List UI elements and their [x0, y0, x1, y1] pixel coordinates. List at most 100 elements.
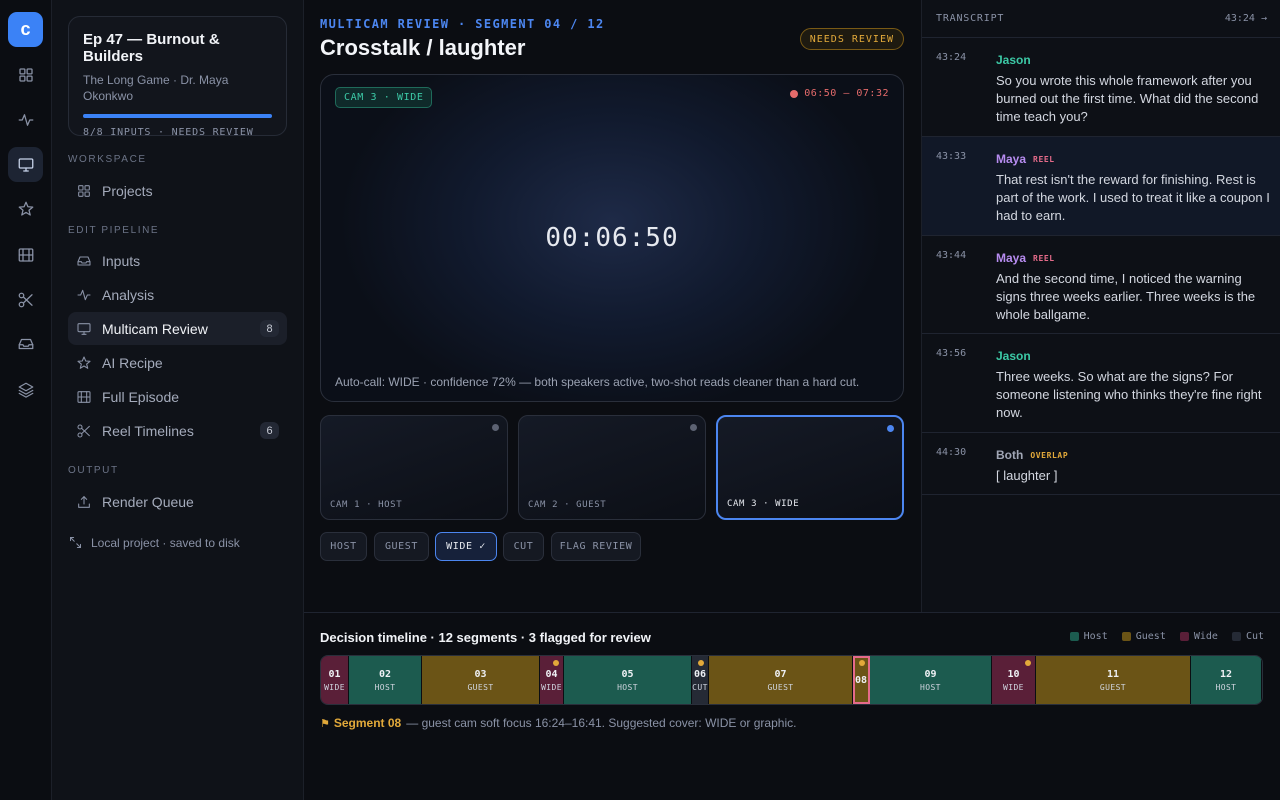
nav-multicam-review[interactable]: Multicam Review 8	[68, 312, 287, 345]
reel-tag: REEL	[1033, 154, 1055, 164]
flag-dot-icon	[1024, 660, 1031, 666]
speaker-name: Both	[996, 448, 1024, 462]
entry-timestamp: 43:56	[936, 348, 967, 359]
star-icon[interactable]	[8, 191, 43, 226]
entry-text: So you wrote this whole framework after …	[996, 73, 1259, 124]
segment-kicker: MULTICAM REVIEW · SEGMENT 04 / 12	[320, 17, 605, 31]
timeline-segment-04[interactable]: 04 WIDE	[540, 656, 564, 704]
entry-timestamp: 43:24	[936, 52, 967, 63]
episode-meta: 8/8 INPUTS · NEEDS REVIEW	[83, 127, 254, 138]
cam-thumb-label: CAM 1 · HOST	[330, 500, 403, 510]
cut-button[interactable]: CUT	[503, 532, 544, 561]
section-output: OUTPUT	[68, 465, 119, 476]
legend-swatch	[1231, 632, 1241, 641]
legend-label: Host	[1083, 631, 1108, 642]
overlap-tag: OVERLAP	[1030, 450, 1069, 460]
segment-camera: WIDE	[324, 682, 345, 692]
entry-text: [ laughter ]	[996, 468, 1058, 483]
transcript-entry[interactable]: 43:44 Maya REEL And the second time, I no…	[922, 236, 1280, 334]
legend-host: Host	[1069, 631, 1108, 642]
timeline-segment-02[interactable]: 02 HOST	[349, 656, 422, 704]
nav-ai-recipe[interactable]: AI Recipe	[68, 346, 287, 379]
upload-icon	[78, 495, 90, 508]
episode-title: Ep 47 — Burnout & Builders	[83, 31, 220, 65]
timeline-segment-06[interactable]: 06 CUT	[692, 656, 709, 704]
transcript-jump-time[interactable]: 43:24 →	[1225, 13, 1267, 24]
timeline-segment-07[interactable]: 07 GUEST	[708, 656, 853, 704]
dashboard-icon[interactable]	[8, 57, 43, 92]
transcript-entry[interactable]: 43:24 Jason So you wrote this whole fram…	[922, 38, 1280, 137]
timeline-segment-10[interactable]: 10 WIDE	[991, 656, 1036, 704]
entry-timestamp: 44:30	[936, 447, 967, 458]
cam-thumb-label: CAM 3 · WIDE	[727, 499, 800, 509]
video-viewer[interactable]: CAM 3 · WIDE 06:50 – 07:32 00:06:50 Auto…	[320, 74, 904, 402]
entry-timestamp: 43:44	[936, 250, 967, 261]
segment-range: 06:50 – 07:32	[790, 88, 889, 99]
host-button[interactable]: HOST	[320, 532, 367, 561]
inbox-icon	[77, 255, 91, 266]
cam-thumb-3[interactable]: CAM 3 · WIDE	[716, 415, 904, 520]
inbox-icon[interactable]	[8, 326, 43, 361]
timeline-segment-12[interactable]: 12 HOST	[1190, 656, 1262, 704]
scissors-icon[interactable]	[8, 282, 43, 317]
segment-number: 03	[474, 668, 487, 680]
entry-timestamp: 43:33	[936, 151, 967, 162]
segment-number: 10	[1007, 668, 1020, 680]
episode-subtitle: The Long Game · Dr. Maya Okonkwo	[83, 73, 229, 103]
record-dot-icon	[790, 89, 799, 98]
nav-reel-timelines[interactable]: Reel Timelines 6	[68, 414, 287, 447]
segment-camera: WIDE	[1003, 682, 1024, 692]
timeline-segment-01[interactable]: 01 WIDE	[321, 656, 349, 704]
transcript-entry[interactable]: 44:30 Both OVERLAP [ laughter ]	[922, 433, 1280, 495]
cam-thumb-1[interactable]: CAM 1 · HOST	[320, 415, 508, 520]
legend-label: Guest	[1135, 631, 1166, 642]
film-icon[interactable]	[8, 237, 43, 272]
wide-button[interactable]: WIDE ✓	[435, 532, 497, 561]
speaker-name: Jason	[996, 349, 1031, 363]
segment-range-text: 06:50 – 07:32	[804, 88, 889, 99]
nav-analysis[interactable]: Analysis	[68, 278, 287, 311]
transcript-entry[interactable]: 43:56 Jason Three weeks. So what are the…	[922, 334, 1280, 433]
monitor-icon[interactable]	[8, 147, 43, 182]
flag-dot-icon	[858, 660, 865, 666]
nav-multicam-label: Multicam Review	[102, 320, 208, 337]
local-status-text: Local project · saved to disk	[91, 535, 240, 550]
timeline-segment-09[interactable]: 09 HOST	[869, 656, 992, 704]
layers-icon[interactable]	[8, 372, 43, 407]
nav-projects[interactable]: Projects	[68, 174, 287, 207]
guest-button[interactable]: GUEST	[374, 532, 429, 561]
nav-full-episode[interactable]: Full Episode	[68, 380, 287, 413]
pulse-icon[interactable]	[8, 102, 43, 137]
legend-label: Cut	[1245, 631, 1264, 642]
star-icon	[77, 355, 91, 369]
nav-render-queue[interactable]: Render Queue	[68, 485, 287, 518]
entry-speaker: Maya REEL	[996, 251, 1055, 265]
app-logo[interactable]: c	[8, 12, 43, 47]
entry-speaker: Both OVERLAP	[996, 448, 1068, 462]
transcript-label: TRANSCRIPT	[936, 13, 1005, 24]
timeline-segment-11[interactable]: 11 GUEST	[1035, 656, 1191, 704]
cam-thumb-2[interactable]: CAM 2 · GUEST	[518, 415, 706, 520]
timeline-segment-03[interactable]: 03 GUEST	[422, 656, 540, 704]
episode-card[interactable]: Ep 47 — Burnout & Builders The Long Game…	[68, 16, 287, 138]
timeline-segment-08[interactable]: 08	[852, 656, 870, 704]
speaker-name: Jason	[996, 53, 1031, 67]
episode-progress-fill	[83, 114, 272, 118]
flag-note-segment[interactable]: Segment 08	[334, 716, 401, 730]
flag-review-button[interactable]: FLAG REVIEW	[551, 532, 641, 561]
cam-status-dot	[690, 424, 697, 431]
entry-speaker: Jason	[996, 53, 1031, 67]
transcript-entry[interactable]: 43:33 Maya REEL That rest isn't the rewar…	[922, 137, 1280, 236]
segment-camera: WIDE	[541, 682, 562, 692]
nav-inputs[interactable]: Inputs	[68, 244, 287, 277]
legend-swatch	[1121, 632, 1131, 641]
segment-camera: GUEST	[467, 682, 494, 692]
timeline-segment-05[interactable]: 05 HOST	[564, 656, 692, 704]
segment-camera: CUT	[692, 682, 708, 692]
nav-render-label: Render Queue	[102, 493, 194, 510]
flag-dot-icon	[697, 660, 704, 666]
icon-rail: c	[0, 0, 52, 800]
active-cam-tag: CAM 3 · WIDE	[335, 87, 433, 108]
timeline-track: 01 WIDE 02 HOST 03 GUEST 04 WIDE 05 HOST 06 CUT 07 GU…	[320, 655, 1263, 705]
timeline-title: Decision timeline · 12 segments · 3 flag…	[320, 630, 651, 645]
